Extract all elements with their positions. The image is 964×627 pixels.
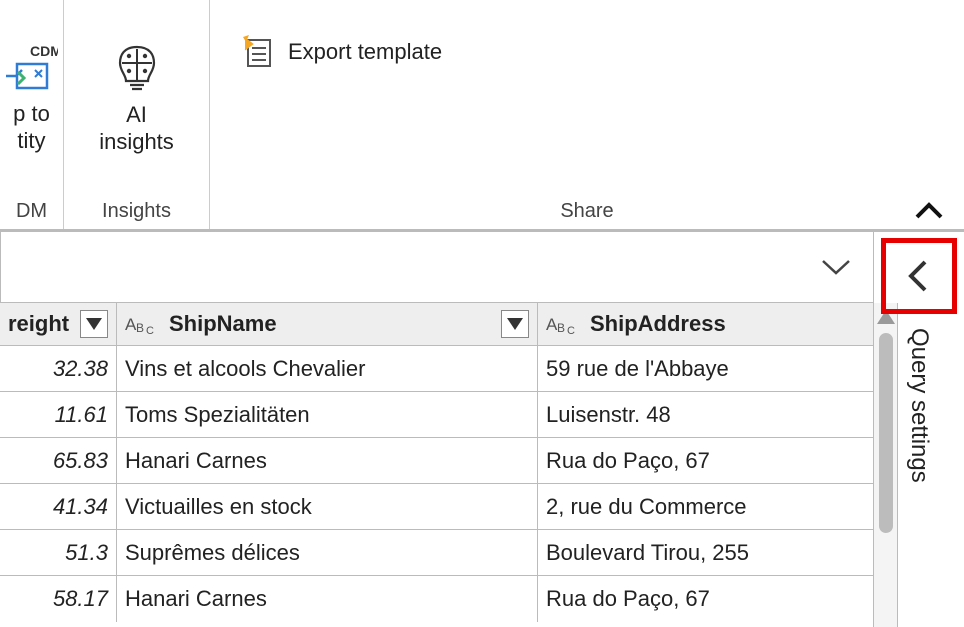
query-settings-expand-button[interactable]: [881, 238, 957, 314]
cell-freight: 58.17: [0, 576, 117, 622]
map-to-entity-label: p to tity: [13, 100, 50, 155]
table-row[interactable]: 51.3Suprêmes délicesBoulevard Tirou, 255: [0, 530, 873, 576]
cell-shipname: Suprêmes délices: [117, 530, 538, 575]
export-template-label: Export template: [288, 38, 442, 66]
svg-text:C: C: [146, 325, 154, 335]
cell-freight: 11.61: [0, 392, 117, 437]
cdm-icon: CDM: [6, 42, 58, 94]
column-filter-shipname[interactable]: [501, 310, 529, 338]
ribbon-group-share: Export template Share: [210, 0, 964, 229]
table-row[interactable]: 41.34Victuailles en stock2, rue du Comme…: [0, 484, 873, 530]
brain-icon: [110, 41, 164, 95]
cell-freight: 32.38: [0, 346, 117, 391]
data-grid: reight ABC ShipName ABC ShipAddress: [0, 303, 874, 627]
ribbon-group-insights: AI insights Insights: [64, 0, 210, 229]
text-type-icon: ABC: [125, 312, 163, 336]
svg-text:B: B: [136, 321, 144, 335]
cell-shipname: Hanari Carnes: [117, 576, 538, 622]
ribbon-group-insights-label: Insights: [102, 196, 171, 229]
cell-shipaddress: Luisenstr. 48: [538, 392, 850, 437]
cell-shipaddress: Rua do Paço, 67: [538, 576, 850, 622]
ai-insights-button[interactable]: AI insights: [93, 0, 180, 196]
column-header-shipname[interactable]: ABC ShipName: [117, 303, 538, 345]
formula-bar-expand-button[interactable]: [799, 255, 873, 279]
cell-shipaddress: Rua do Paço, 67: [538, 438, 850, 483]
ai-insights-label: AI insights: [99, 101, 174, 156]
cell-freight: 41.34: [0, 484, 117, 529]
column-label-freight: reight: [8, 311, 69, 337]
cell-freight: 51.3: [0, 530, 117, 575]
text-type-icon: ABC: [546, 312, 584, 336]
column-label-shipname: ShipName: [169, 311, 277, 337]
grid-body: 32.38Vins et alcools Chevalier59 rue de …: [0, 346, 873, 622]
table-row[interactable]: 11.61Toms SpezialitätenLuisenstr. 48: [0, 392, 873, 438]
column-label-shipaddress: ShipAddress: [590, 311, 726, 337]
svg-text:C: C: [567, 325, 575, 335]
svg-text:CDM: CDM: [30, 43, 58, 59]
ribbon: CDM p to tity DM: [0, 0, 964, 232]
cell-shipname: Toms Spezialitäten: [117, 392, 538, 437]
cell-shipaddress: 2, rue du Commerce: [538, 484, 850, 529]
ribbon-group-share-label: Share: [560, 196, 613, 229]
column-header-shipaddress[interactable]: ABC ShipAddress: [538, 303, 850, 345]
ribbon-collapse-button[interactable]: [912, 195, 946, 229]
ribbon-group-cdm-label: DM: [16, 196, 47, 229]
query-settings-panel-collapsed: Query settings: [874, 236, 964, 627]
table-row[interactable]: 58.17Hanari CarnesRua do Paço, 67: [0, 576, 873, 622]
formula-bar[interactable]: [0, 232, 874, 303]
export-template-button[interactable]: Export template: [224, 0, 472, 82]
data-area: reight ABC ShipName ABC ShipAddress: [0, 303, 964, 627]
cell-shipname: Hanari Carnes: [117, 438, 538, 483]
column-header-freight[interactable]: reight: [0, 303, 117, 345]
caret-down-icon: [507, 318, 523, 330]
export-template-icon: [240, 34, 276, 70]
caret-down-icon: [86, 318, 102, 330]
cell-shipname: Vins et alcools Chevalier: [117, 346, 538, 391]
chevron-down-icon: [819, 255, 853, 279]
map-to-entity-button[interactable]: CDM p to tity: [0, 0, 64, 196]
grid-header: reight ABC ShipName ABC ShipAddress: [0, 303, 873, 346]
column-filter-freight[interactable]: [80, 310, 108, 338]
cell-shipaddress: Boulevard Tirou, 255: [538, 530, 850, 575]
chevron-up-icon: [912, 195, 946, 229]
cell-shipname: Victuailles en stock: [117, 484, 538, 529]
ribbon-group-cdm: CDM p to tity DM: [0, 0, 64, 229]
table-row[interactable]: 32.38Vins et alcools Chevalier59 rue de …: [0, 346, 873, 392]
table-row[interactable]: 65.83Hanari CarnesRua do Paço, 67: [0, 438, 873, 484]
cell-freight: 65.83: [0, 438, 117, 483]
svg-text:B: B: [557, 321, 565, 335]
cell-shipaddress: 59 rue de l'Abbaye: [538, 346, 850, 391]
chevron-left-icon: [901, 258, 937, 294]
query-settings-label: Query settings: [905, 328, 933, 483]
